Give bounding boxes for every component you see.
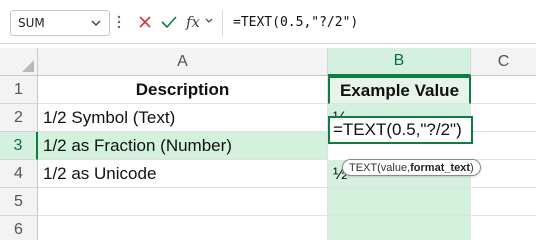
cell-a1[interactable]: Description: [38, 76, 328, 104]
cell-b1[interactable]: Example Value: [328, 76, 471, 104]
formula-input[interactable]: =TEXT(0.5,"?/2"): [222, 10, 528, 36]
cell-a2[interactable]: 1/2 Symbol (Text): [38, 104, 328, 132]
row-header-5[interactable]: 5: [0, 188, 38, 216]
cell-a5[interactable]: [38, 188, 328, 216]
cell-b5[interactable]: [328, 188, 471, 216]
column-header-c[interactable]: C: [471, 48, 536, 76]
name-box[interactable]: SUM: [10, 10, 110, 36]
cell-c3[interactable]: [471, 132, 536, 160]
row-header-6[interactable]: 6: [0, 216, 38, 240]
name-box-value: SUM: [18, 16, 45, 30]
row-header-2[interactable]: 2: [0, 104, 38, 132]
function-tooltip[interactable]: TEXT(value, format_text): [342, 159, 481, 176]
cell-c2[interactable]: [471, 104, 536, 132]
formula-text: =TEXT(0.5,"?/2"): [233, 15, 359, 30]
enter-button[interactable]: [159, 11, 179, 33]
cell-b6[interactable]: [328, 216, 471, 240]
select-all-button[interactable]: [0, 48, 38, 76]
check-icon: [161, 16, 177, 29]
row-header-1[interactable]: 1: [0, 76, 38, 104]
column-header-a[interactable]: A: [38, 48, 328, 76]
cell-c5[interactable]: [471, 188, 536, 216]
tooltip-arg: format_text: [410, 161, 471, 174]
formula-bar: SUM fx =TEXT(0.5,"?/2"): [0, 0, 536, 44]
drag-handle-icon[interactable]: [117, 14, 121, 30]
row-header-3[interactable]: 3: [0, 132, 38, 160]
chevron-down-icon[interactable]: [89, 15, 103, 31]
cell-a3[interactable]: 1/2 as Fraction (Number): [38, 132, 328, 160]
tooltip-func: TEXT(value,: [349, 161, 411, 174]
cancel-button[interactable]: [135, 11, 155, 33]
fx-icon: fx: [185, 13, 200, 31]
column-header-b[interactable]: B: [328, 48, 471, 76]
active-cell-b3[interactable]: =TEXT(0.5,"?/2"): [328, 116, 473, 144]
tooltip-close: ): [470, 161, 474, 174]
cell-a6[interactable]: [38, 216, 328, 240]
cell-a4[interactable]: 1/2 as Unicode: [38, 160, 328, 188]
chevron-down-icon[interactable]: [204, 16, 214, 26]
cell-c4[interactable]: [471, 160, 536, 188]
cell-c6[interactable]: [471, 216, 536, 240]
select-all-icon: [22, 60, 34, 72]
close-icon: [139, 16, 151, 28]
cell-c1[interactable]: [471, 76, 536, 104]
insert-function-button[interactable]: fx: [183, 11, 203, 33]
row-header-4[interactable]: 4: [0, 160, 38, 188]
